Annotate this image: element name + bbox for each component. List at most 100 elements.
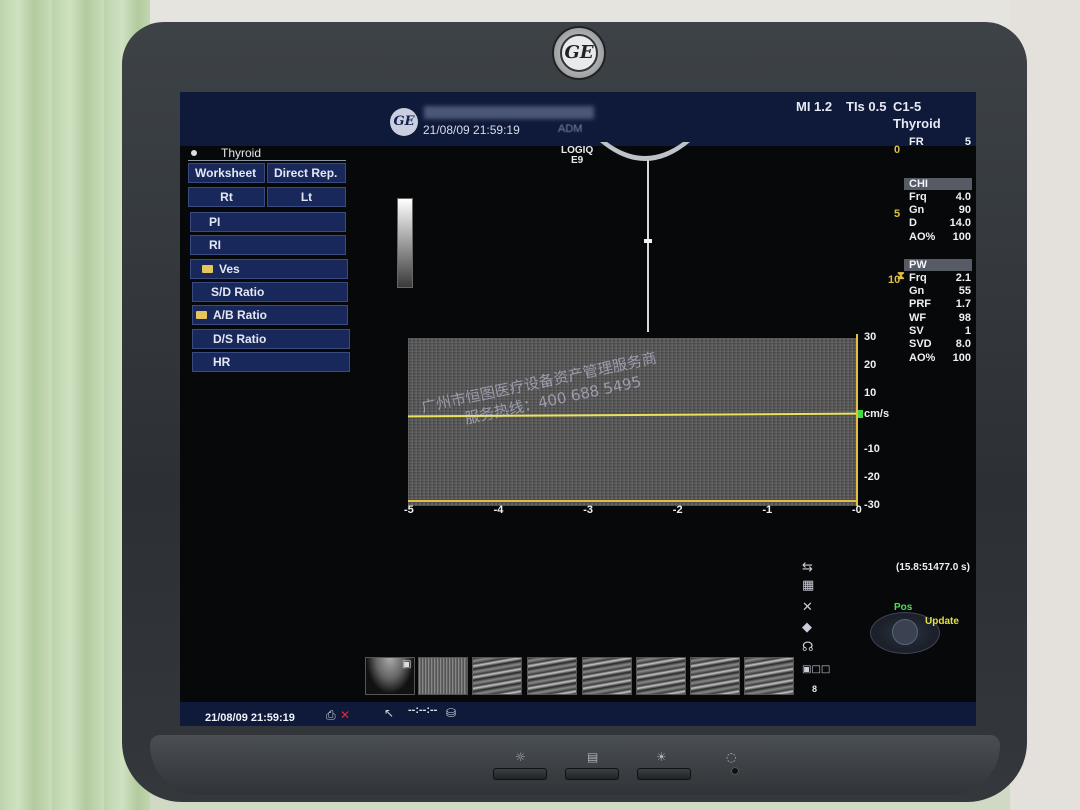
chi-section-header: CHI bbox=[904, 178, 972, 190]
time-axis bbox=[408, 500, 858, 502]
menu-item-pi[interactable]: PI bbox=[190, 212, 346, 232]
preset-name: Thyroid bbox=[893, 116, 941, 131]
arrows-icon[interactable]: ◆ bbox=[802, 620, 812, 635]
system-label: LOGIQ E9 bbox=[561, 146, 593, 166]
thumbnail-5[interactable] bbox=[582, 657, 632, 695]
x-tick-label: -4 bbox=[493, 504, 504, 516]
folder-icon bbox=[202, 265, 213, 273]
brightness-high-icon: ☀ bbox=[656, 750, 667, 764]
menu-item-ab-ratio-label: A/B Ratio bbox=[213, 308, 267, 322]
pw-frq-label: Frq bbox=[909, 272, 927, 284]
ge-logo-text: GE bbox=[560, 34, 598, 72]
pw-sv-label: SV bbox=[909, 325, 924, 337]
menu-item-ab-ratio[interactable]: A/B Ratio bbox=[192, 305, 348, 325]
y-tick-label: 30 bbox=[864, 331, 877, 343]
folder-icon bbox=[196, 311, 207, 319]
study-bullet-icon bbox=[191, 150, 197, 156]
bmode-sector-preview[interactable] bbox=[595, 142, 695, 342]
focus-marker-icon: ⧗ bbox=[897, 269, 905, 282]
brightness-up-button[interactable] bbox=[637, 768, 691, 780]
pw-svd-label: SVD bbox=[909, 338, 932, 350]
thumbnail-7[interactable] bbox=[690, 657, 740, 695]
chi-d-value: 14.0 bbox=[949, 217, 971, 229]
y-tick-label: -20 bbox=[864, 471, 880, 483]
network-error-icon[interactable]: ✕ bbox=[340, 708, 350, 722]
page-number: 8 bbox=[812, 684, 818, 694]
probe-icon[interactable]: ☊ bbox=[802, 640, 814, 655]
pw-section-header: PW bbox=[904, 259, 972, 271]
chi-frq-value: 4.0 bbox=[955, 191, 971, 203]
x-tick-label: -2 bbox=[672, 504, 683, 516]
trackball-center bbox=[892, 619, 918, 645]
trackball-update-label[interactable]: Update bbox=[925, 616, 959, 627]
x-tick-label: -1 bbox=[762, 504, 773, 516]
pw-gn-label: Gn bbox=[909, 285, 925, 297]
pw-svd-value: 8.0 bbox=[955, 338, 971, 350]
param-fr-label: FR bbox=[909, 136, 924, 148]
pw-wf-value: 98 bbox=[958, 312, 971, 324]
direct-report-button[interactable]: Direct Rep. bbox=[267, 163, 346, 183]
y-tick-label: 20 bbox=[864, 359, 877, 371]
monitor-menu-button[interactable] bbox=[565, 768, 619, 780]
thumbnail-3[interactable] bbox=[472, 657, 522, 695]
keyboard-icon[interactable]: ▦ bbox=[802, 578, 814, 593]
thermal-index: TIs 0.5 bbox=[846, 99, 887, 114]
chi-gn-label: Gn bbox=[909, 204, 925, 216]
trackball-pos-label[interactable]: Pos bbox=[894, 602, 912, 613]
velocity-axis bbox=[856, 334, 858, 506]
pw-ao-value: 100 bbox=[952, 352, 971, 364]
x-tick-label: -0 bbox=[852, 504, 862, 516]
thumbnail-6[interactable] bbox=[636, 657, 686, 695]
thumbnail-marker-icon: ▣ bbox=[402, 659, 412, 670]
ambient-sensor bbox=[731, 767, 739, 775]
left-side-button[interactable]: Lt bbox=[267, 187, 346, 207]
pw-sv-value: 1 bbox=[964, 325, 971, 337]
swap-icon[interactable]: ⇆ bbox=[802, 560, 813, 575]
system-label-line2: E9 bbox=[571, 155, 584, 166]
menu-item-ves-label: Ves bbox=[219, 262, 240, 276]
chi-d-label: D bbox=[909, 217, 917, 229]
pw-wf-label: WF bbox=[909, 312, 927, 324]
menu-item-ri[interactable]: RI bbox=[190, 235, 346, 255]
cine-frame-time: (15.8:51477.0 s) bbox=[896, 562, 970, 573]
brightness-low-icon: ☼ bbox=[515, 750, 526, 764]
sample-volume-gate[interactable] bbox=[644, 239, 652, 243]
menu-item-sd-ratio[interactable]: S/D Ratio bbox=[192, 282, 348, 302]
pw-prf-label: PRF bbox=[909, 298, 931, 310]
thumbnail-2[interactable] bbox=[418, 657, 468, 695]
chi-ao-value: 100 bbox=[952, 231, 971, 243]
institution-name-blurred bbox=[424, 106, 594, 119]
mechanical-index: MI 1.2 bbox=[796, 99, 833, 114]
status-clock: --:--:-- bbox=[408, 704, 438, 716]
right-side-button[interactable]: Rt bbox=[188, 187, 265, 207]
status-bar bbox=[180, 702, 976, 726]
cursor-icon: ↖ bbox=[384, 706, 395, 720]
menu-item-ds-ratio[interactable]: D/S Ratio bbox=[192, 329, 350, 349]
probe-name: C1-5 bbox=[893, 99, 922, 114]
worksheet-button[interactable]: Worksheet bbox=[188, 163, 265, 183]
pw-prf-value: 1.7 bbox=[955, 298, 971, 310]
menu-item-hr[interactable]: HR bbox=[192, 352, 350, 372]
y-tick-label: -30 bbox=[864, 499, 880, 511]
study-title: Thyroid bbox=[221, 146, 262, 160]
printer-icon[interactable]: ⎙ bbox=[326, 708, 336, 723]
menu-icon: ▤ bbox=[587, 750, 599, 764]
tools-icon[interactable]: ✕ bbox=[802, 600, 813, 615]
status-date-time: 21/08/09 21:59:19 bbox=[205, 712, 295, 724]
x-tick-label: -3 bbox=[583, 504, 593, 516]
page-selector-icon[interactable]: ▣□□ bbox=[802, 664, 830, 675]
header-date-time: 21/08/09 21:59:19 bbox=[423, 123, 520, 137]
study-divider bbox=[188, 160, 346, 161]
thumbnail-4[interactable] bbox=[527, 657, 577, 695]
pw-frq-value: 2.1 bbox=[955, 272, 971, 284]
thumbnail-8[interactable] bbox=[744, 657, 794, 695]
operator-id: ADM bbox=[558, 123, 583, 135]
ge-logo-icon: GE bbox=[390, 108, 418, 136]
depth-tick-0: 0 bbox=[894, 144, 901, 156]
ambient-sensor-icon: ◌ bbox=[726, 750, 737, 764]
grayscale-bar bbox=[397, 198, 413, 288]
menu-item-ves[interactable]: Ves bbox=[190, 259, 348, 279]
chi-gn-value: 90 bbox=[958, 204, 971, 216]
disk-icon[interactable]: ⛁ bbox=[446, 706, 456, 720]
brightness-down-button[interactable] bbox=[493, 768, 547, 780]
